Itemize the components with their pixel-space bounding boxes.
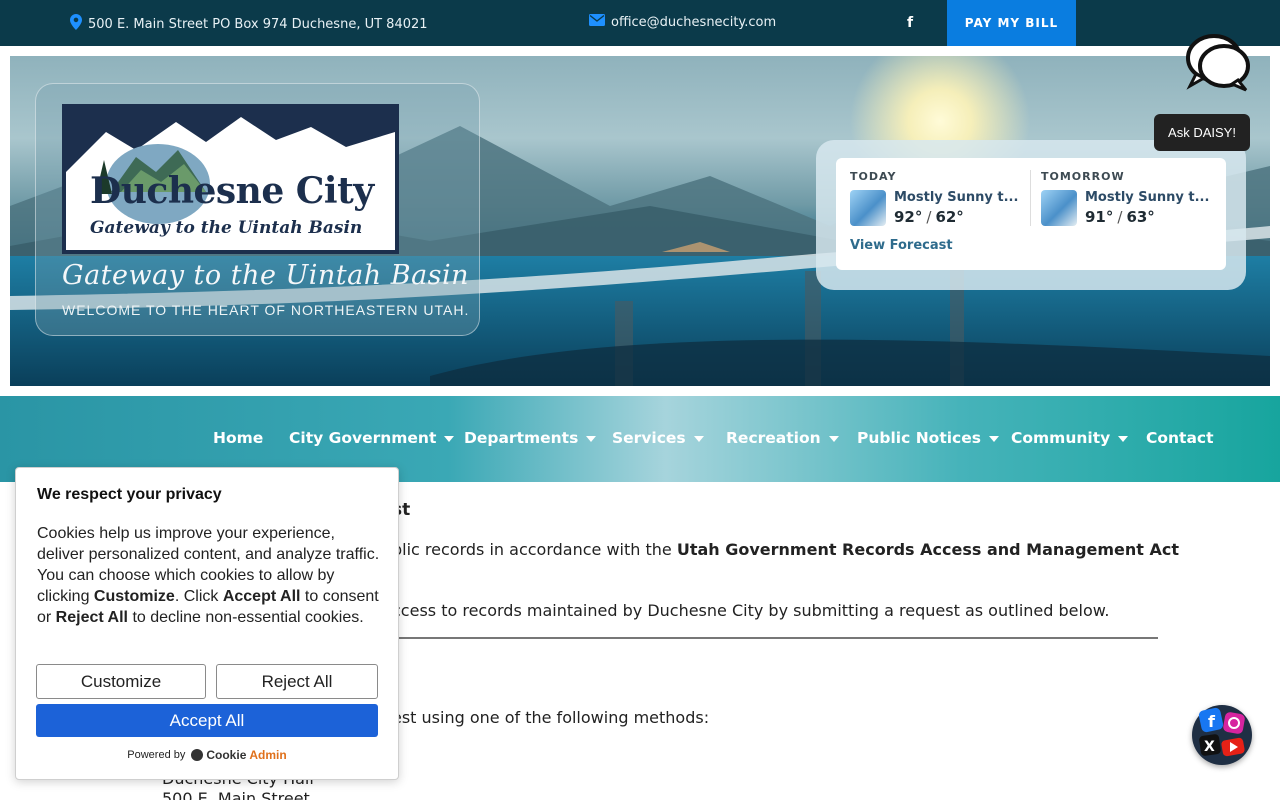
svg-text:X: X — [1204, 739, 1215, 755]
map-pin-icon — [70, 14, 82, 34]
nav-item-label[interactable]: Home — [213, 429, 263, 447]
weather-tomorrow-label: TOMORROW — [1041, 170, 1125, 183]
cookie-body-reject: Reject All — [55, 609, 128, 626]
reject-all-button[interactable]: Reject All — [216, 664, 378, 699]
powered-by-label: Powered by — [127, 749, 186, 761]
nav-item-home[interactable]: Home — [213, 429, 263, 447]
methods-paragraph: est using one of the following methods: — [392, 708, 710, 727]
ask-daisy-tooltip[interactable]: Ask DAISY! — [1154, 114, 1250, 151]
nav-item-recreation[interactable]: Recreation — [726, 429, 839, 447]
weather-tomorrow-temps: 91°/63° — [1085, 208, 1155, 226]
weather-today-condition: Mostly Sunny t... — [894, 190, 1019, 205]
weather-tomorrow: TOMORROW Mostly Sunny t... 91°/63° — [1041, 170, 1221, 226]
cookie-title: We respect your privacy — [37, 486, 222, 503]
facebook-icon[interactable]: f — [902, 14, 918, 32]
hero-banner: Duchesne City Gateway to the Uintah Basi… — [10, 56, 1270, 386]
intro-text: blic records in accordance with the — [392, 540, 672, 559]
nav-item-label[interactable]: Departments — [464, 429, 578, 447]
nav-item-label[interactable]: Recreation — [726, 429, 821, 447]
svg-text:f: f — [1208, 712, 1216, 731]
address-text: 500 E. Main Street PO Box 974 Duchesne, … — [88, 16, 428, 32]
nav-item-label[interactable]: City Government — [289, 429, 436, 447]
weather-tomorrow-high: 91° — [1085, 208, 1114, 226]
envelope-icon — [589, 14, 605, 30]
temp-separator: / — [1117, 208, 1123, 226]
brand-admin: Admin — [249, 748, 287, 762]
weather-today-temps: 92°/62° — [894, 208, 964, 226]
top-bar: 500 E. Main Street PO Box 974 Duchesne, … — [0, 0, 1280, 46]
cookie-body-part-4: to decline non-essential cookies. — [128, 609, 364, 626]
temp-separator: / — [926, 208, 932, 226]
caret-down-icon[interactable] — [1118, 435, 1129, 442]
partly-sunny-icon — [1041, 190, 1077, 226]
hero-tagline: Gateway to the Uintah Basin — [62, 260, 470, 291]
nav-item-public-notices[interactable]: Public Notices — [857, 429, 999, 447]
weather-today-label: TODAY — [850, 170, 897, 183]
customize-button[interactable]: Customize — [36, 664, 206, 699]
hero-welcome: WELCOME TO THE HEART OF NORTHEASTERN UTA… — [62, 302, 470, 318]
weather-card: TODAY Mostly Sunny t... 92°/62° TOMORROW… — [836, 158, 1226, 270]
nav-item-contact[interactable]: Contact — [1146, 429, 1214, 447]
intro-paragraph: blic records in accordance with the Utah… — [392, 540, 1179, 559]
cookie-consent-banner: We respect your privacy Cookies help us … — [15, 467, 399, 780]
caret-down-icon[interactable] — [586, 435, 597, 442]
city-logo[interactable]: Duchesne City Gateway to the Uintah Basi… — [62, 104, 399, 254]
address-line-2: 500 E. Main Street — [162, 789, 310, 800]
accept-all-button[interactable]: Accept All — [36, 704, 378, 737]
brand-cookie: Cookie — [206, 748, 247, 762]
nav-item-community[interactable]: Community — [1011, 429, 1129, 447]
caret-down-icon[interactable] — [828, 435, 839, 442]
weather-today: TODAY Mostly Sunny t... 92°/62° — [850, 170, 1030, 226]
email-link[interactable]: office@duchesnecity.com — [589, 14, 776, 30]
grama-act-name: Utah Government Records Access and Manag… — [676, 540, 1180, 559]
logo-card: Duchesne City Gateway to the Uintah Basi… — [35, 83, 480, 336]
partly-sunny-icon — [850, 190, 886, 226]
nav-item-label[interactable]: Public Notices — [857, 429, 981, 447]
weather-today-low: 62° — [935, 208, 964, 226]
cookieadmin-logo[interactable]: Cookie Admin — [191, 748, 287, 762]
cookieadmin-icon — [191, 749, 204, 761]
access-paragraph: ccess to records maintained by Duchesne … — [392, 601, 1110, 620]
social-share-icon[interactable]: f X — [1192, 705, 1252, 765]
weather-divider — [1030, 170, 1031, 226]
powered-by: Powered by Cookie Admin — [16, 748, 398, 762]
logo-title: Duchesne City — [90, 170, 374, 212]
caret-down-icon[interactable] — [988, 435, 999, 442]
logo-subtitle: Gateway to the Uintah Basin — [90, 218, 363, 238]
weather-tomorrow-low: 63° — [1126, 208, 1155, 226]
nav-item-departments[interactable]: Departments — [464, 429, 597, 447]
caret-down-icon[interactable] — [444, 435, 455, 442]
cookie-body-accept: Accept All — [222, 588, 301, 605]
nav-item-label[interactable]: Contact — [1146, 429, 1214, 447]
weather-today-high: 92° — [894, 208, 923, 226]
view-forecast-link[interactable]: View Forecast — [850, 238, 953, 253]
cookie-body-part-2: . Click — [174, 588, 223, 605]
weather-tomorrow-condition: Mostly Sunny t... — [1085, 190, 1210, 205]
nav-item-label[interactable]: Services — [612, 429, 686, 447]
nav-item-city-government[interactable]: City Government — [289, 429, 455, 447]
nav-item-services[interactable]: Services — [612, 429, 704, 447]
address-info: 500 E. Main Street PO Box 974 Duchesne, … — [70, 14, 428, 34]
cookie-body: Cookies help us improve your experience,… — [37, 523, 381, 628]
caret-down-icon[interactable] — [693, 435, 704, 442]
email-text[interactable]: office@duchesnecity.com — [611, 15, 776, 30]
logo-inner: Duchesne City Gateway to the Uintah Basi… — [66, 112, 395, 250]
cookie-body-customize: Customize — [93, 588, 175, 605]
pay-my-bill-button[interactable]: PAY MY BILL — [947, 0, 1076, 46]
nav-item-label[interactable]: Community — [1011, 429, 1110, 447]
chat-bubbles-icon[interactable] — [1184, 32, 1252, 92]
weather-widget: TODAY Mostly Sunny t... 92°/62° TOMORROW… — [816, 140, 1246, 290]
